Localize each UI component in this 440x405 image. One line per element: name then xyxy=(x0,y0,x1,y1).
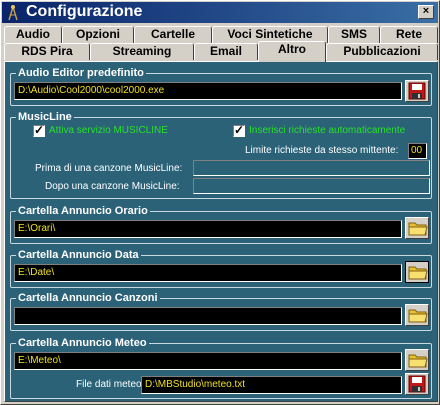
tab-email[interactable]: Email xyxy=(194,43,258,60)
musicline-title: MusicLine xyxy=(16,110,74,124)
folder-icon xyxy=(408,309,428,323)
prima-canzone-field[interactable] xyxy=(193,160,430,176)
limite-richieste-label: Limite richieste da stesso mittente: xyxy=(245,145,399,156)
orario-browse-button[interactable] xyxy=(405,217,429,239)
check-icon: ✓ xyxy=(34,123,45,137)
altro-panel: Audio Editor predefinito D:\Audio\Cool20… xyxy=(4,61,438,402)
file-dati-meteo-field[interactable]: D:\MBStudio\meteo.txt xyxy=(141,376,402,394)
title-bar[interactable]: Configurazione × xyxy=(2,2,438,23)
inserisci-richieste-checkbox[interactable]: ✓ xyxy=(233,123,245,137)
tab-pubblicazioni[interactable]: Pubblicazioni xyxy=(326,43,438,60)
limite-richieste-input[interactable]: 00 xyxy=(408,143,427,159)
close-button[interactable]: × xyxy=(418,5,434,19)
floppy-disk-icon xyxy=(408,375,426,393)
meteo-group: Cartella Annuncio Meteo E:\Meteo\ File d… xyxy=(10,336,432,399)
orario-title: Cartella Annuncio Orario xyxy=(16,204,150,218)
folder-icon xyxy=(408,266,428,280)
data-group: Cartella Annuncio Data E:\Date\ xyxy=(10,248,432,288)
folder-icon xyxy=(408,222,428,236)
meteo-path-field[interactable]: E:\Meteo\ xyxy=(14,352,402,370)
close-icon: × xyxy=(422,5,430,17)
audio-editor-save-button[interactable] xyxy=(405,80,429,102)
folder-icon xyxy=(408,354,428,368)
window-title: Configurazione xyxy=(26,3,143,20)
check-icon: ✓ xyxy=(234,123,245,137)
tab-cartelle[interactable]: Cartelle xyxy=(134,26,212,43)
data-path-field[interactable]: E:\Date\ xyxy=(14,264,402,282)
dopo-canzone-field[interactable] xyxy=(193,178,430,194)
audio-editor-path-field[interactable]: D:\Audio\Cool2000\cool2000.exe xyxy=(14,82,402,100)
meteo-save-button[interactable] xyxy=(405,373,429,395)
canzoni-group: Cartella Annuncio Canzoni xyxy=(10,291,432,331)
antenna-icon xyxy=(8,5,18,21)
tab-sms[interactable]: SMS xyxy=(328,26,380,43)
tab-altro[interactable]: Altro xyxy=(258,41,326,62)
meteo-title: Cartella Annuncio Meteo xyxy=(16,336,149,350)
configurazione-window: Configurazione × Audio Opzioni Cartelle … xyxy=(0,0,440,405)
tab-streaming[interactable]: Streaming xyxy=(90,43,194,60)
meteo-browse-button[interactable] xyxy=(405,349,429,371)
file-dati-meteo-label: File dati meteo: xyxy=(76,379,145,390)
data-title: Cartella Annuncio Data xyxy=(16,248,141,262)
audio-editor-title: Audio Editor predefinito xyxy=(16,66,146,80)
tab-opzioni[interactable]: Opzioni xyxy=(62,26,134,43)
canzoni-path-field[interactable] xyxy=(14,307,402,325)
canzoni-title: Cartella Annuncio Canzoni xyxy=(16,291,160,305)
canzoni-browse-button[interactable] xyxy=(405,304,429,326)
attiva-musicline-label: Attiva servizio MUSICLINE xyxy=(49,125,168,136)
prima-canzone-label: Prima di una canzone MusicLine: xyxy=(35,163,183,174)
attiva-musicline-checkbox[interactable]: ✓ xyxy=(33,123,45,137)
data-browse-button[interactable] xyxy=(405,261,429,283)
musicline-group: MusicLine ✓ Attiva servizio MUSICLINE ✓ … xyxy=(10,110,432,199)
orario-group: Cartella Annuncio Orario E:\Orari\ xyxy=(10,204,432,244)
tab-rete[interactable]: Rete xyxy=(380,26,438,43)
dopo-canzone-label: Dopo una canzone MusicLine: xyxy=(45,181,180,192)
inserisci-richieste-label: Inserisci richieste automaticamente xyxy=(249,125,406,136)
floppy-disk-icon xyxy=(408,82,426,100)
tab-audio[interactable]: Audio xyxy=(4,26,62,43)
orario-path-field[interactable]: E:\Orari\ xyxy=(14,220,402,238)
audio-editor-group: Audio Editor predefinito D:\Audio\Cool20… xyxy=(10,66,432,106)
tab-rds-pira[interactable]: RDS Pira xyxy=(4,43,90,60)
